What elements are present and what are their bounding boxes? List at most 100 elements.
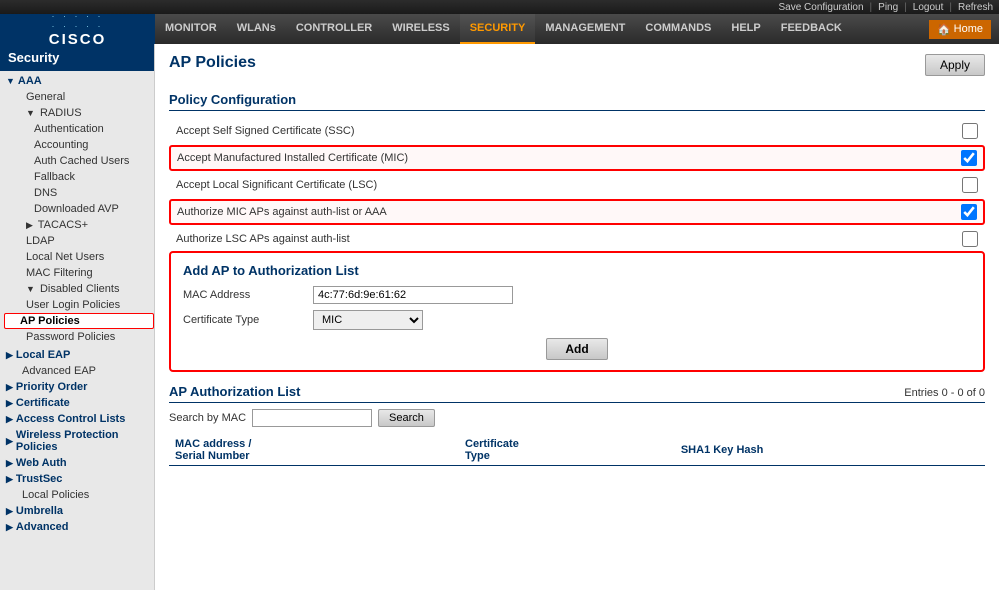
sidebar-group-priority-order[interactable]: ▶ Priority Order: [0, 379, 154, 395]
sidebar-group-umbrella[interactable]: ▶ Umbrella: [0, 503, 154, 519]
policy-checkbox-lsc[interactable]: [962, 177, 978, 193]
nav-security[interactable]: SECURITY: [460, 14, 536, 44]
auth-list-title: AP Authorization List: [169, 384, 300, 402]
logo-area: · · · · ·· · · · · CISCO: [0, 14, 155, 44]
policy-row-lsc: Accept Local Significant Certificate (LS…: [169, 173, 985, 197]
tacacs-expand-icon: ▶: [26, 220, 33, 230]
cert-type-select[interactable]: MIC LSC SSC: [313, 310, 423, 330]
col-mac-serial: MAC address /Serial Number: [169, 435, 459, 466]
advanced-expand-icon: ▶: [6, 522, 13, 533]
sidebar-group-trustsec[interactable]: ▶ TrustSec: [0, 471, 154, 487]
sidebar-item-fallback[interactable]: Fallback: [12, 169, 154, 185]
policy-label-ssc: Accept Self Signed Certificate (SSC): [176, 125, 962, 137]
policy-checkbox-mic-auth[interactable]: [961, 204, 977, 220]
apply-button[interactable]: Apply: [925, 54, 985, 76]
ping-link[interactable]: Ping: [878, 2, 898, 13]
sidebar-item-local-net-users[interactable]: Local Net Users: [4, 249, 154, 265]
policy-row-mic: Accept Manufactured Installed Certificat…: [169, 145, 985, 171]
search-button[interactable]: Search: [378, 409, 435, 427]
add-btn-area: Add: [183, 338, 971, 360]
trustsec-expand-icon: ▶: [6, 474, 13, 485]
mac-label: MAC Address: [183, 289, 313, 301]
sidebar-item-password-policies[interactable]: Password Policies: [4, 329, 154, 345]
sidebar-item-dns[interactable]: DNS: [12, 185, 154, 201]
sidebar-group-wireless-protection[interactable]: ▶ Wireless Protection Policies: [0, 427, 154, 455]
logout-link[interactable]: Logout: [913, 2, 944, 13]
nav-wlans[interactable]: WLANs: [227, 14, 286, 44]
radius-children: Authentication Accounting Auth Cached Us…: [4, 121, 154, 217]
policy-label-mic-auth: Authorize MIC APs against auth-list or A…: [177, 206, 961, 218]
nav-management[interactable]: MANAGEMENT: [535, 14, 635, 44]
nav-wireless[interactable]: WIRELESS: [382, 14, 459, 44]
auth-list-section: AP Authorization List Entries 0 - 0 of 0…: [169, 384, 985, 466]
sidebar-group-aaa[interactable]: ▼ AAA: [0, 73, 154, 89]
policy-row-lsc-auth: Authorize LSC APs against auth-list: [169, 227, 985, 251]
add-button[interactable]: Add: [546, 338, 607, 360]
sidebar-item-downloaded-avp[interactable]: Downloaded AVP: [12, 201, 154, 217]
add-ap-section: Add AP to Authorization List MAC Address…: [169, 251, 985, 372]
sidebar-group-local-eap[interactable]: ▶ Local EAP: [0, 347, 154, 363]
nav-controller[interactable]: CONTROLLER: [286, 14, 382, 44]
aaa-expand-icon: ▼: [6, 76, 15, 86]
page-title: AP Policies: [169, 54, 256, 72]
sidebar-group-web-auth[interactable]: ▶ Web Auth: [0, 455, 154, 471]
sidebar-section-aaa: ▼ AAA General ▼ RADIUS Authentication Ac…: [0, 71, 154, 347]
priority-order-expand-icon: ▶: [6, 382, 13, 393]
policy-config-section: Policy Configuration Accept Self Signed …: [169, 92, 985, 251]
sidebar-item-user-login-policies[interactable]: User Login Policies: [4, 297, 154, 313]
nav-monitor[interactable]: MONITOR: [155, 14, 227, 44]
sidebar-item-local-policies[interactable]: Local Policies: [0, 487, 154, 503]
nav-items: MONITOR WLANs CONTROLLER WIRELESS SECURI…: [155, 14, 929, 44]
sidebar-item-authentication[interactable]: Authentication: [12, 121, 154, 137]
mac-address-input[interactable]: [313, 286, 513, 304]
save-config-link[interactable]: Save Configuration: [778, 2, 863, 13]
sidebar-item-mac-filtering[interactable]: MAC Filtering: [4, 265, 154, 281]
policy-row-mic-auth: Authorize MIC APs against auth-list or A…: [169, 199, 985, 225]
policy-label-lsc-auth: Authorize LSC APs against auth-list: [176, 233, 962, 245]
mac-address-row: MAC Address: [183, 286, 971, 304]
acl-expand-icon: ▶: [6, 414, 13, 425]
nav-feedback[interactable]: FEEDBACK: [771, 14, 852, 44]
local-eap-expand-icon: ▶: [6, 350, 13, 361]
policy-config-title: Policy Configuration: [169, 92, 985, 111]
cert-label: Certificate Type: [183, 314, 313, 326]
sidebar-item-general[interactable]: General: [4, 89, 154, 105]
col-sha1: SHA1 Key Hash: [675, 435, 985, 466]
sidebar-item-disabled-clients[interactable]: ▼ Disabled Clients: [4, 281, 154, 297]
sidebar-group-certificate[interactable]: ▶ Certificate: [0, 395, 154, 411]
sidebar-item-advanced-eap[interactable]: Advanced EAP: [0, 363, 154, 379]
nav-right: 🏠 Home: [929, 14, 999, 44]
sidebar-group-acl[interactable]: ▶ Access Control Lists: [0, 411, 154, 427]
policy-checkbox-mic[interactable]: [961, 150, 977, 166]
auth-list-header: AP Authorization List Entries 0 - 0 of 0: [169, 384, 985, 403]
aaa-children: General ▼ RADIUS Authentication Accounti…: [0, 89, 154, 345]
home-button[interactable]: 🏠 Home: [929, 20, 991, 39]
policy-label-lsc: Accept Local Significant Certificate (LS…: [176, 179, 962, 191]
policy-checkbox-lsc-auth[interactable]: [962, 231, 978, 247]
refresh-link[interactable]: Refresh: [958, 2, 993, 13]
policy-label-mic: Accept Manufactured Installed Certificat…: [177, 152, 961, 164]
nav-commands[interactable]: COMMANDS: [635, 14, 721, 44]
auth-list-header-row: MAC address /Serial Number CertificateTy…: [169, 435, 985, 466]
sidebar-item-ldap[interactable]: LDAP: [4, 233, 154, 249]
umbrella-expand-icon: ▶: [6, 506, 13, 517]
cert-type-row: Certificate Type MIC LSC SSC: [183, 310, 971, 330]
sidebar-item-auth-cached[interactable]: Auth Cached Users: [12, 153, 154, 169]
main-layout: Security ▼ AAA General ▼ RADIUS Authenti…: [0, 44, 999, 590]
nav-help[interactable]: HELP: [721, 14, 770, 44]
sidebar-item-accounting[interactable]: Accounting: [12, 137, 154, 153]
home-icon: 🏠: [937, 23, 951, 36]
sidebar-item-tacacs[interactable]: ▶ TACACS+: [4, 217, 154, 233]
sidebar-group-advanced[interactable]: ▶ Advanced: [0, 519, 154, 535]
sidebar-group-radius[interactable]: ▼ RADIUS: [4, 105, 154, 121]
auth-list-table: MAC address /Serial Number CertificateTy…: [169, 435, 985, 466]
policy-row-ssc: Accept Self Signed Certificate (SSC): [169, 119, 985, 143]
content-area: AP Policies Apply Policy Configuration A…: [155, 44, 999, 590]
policy-checkbox-ssc[interactable]: [962, 123, 978, 139]
sidebar: Security ▼ AAA General ▼ RADIUS Authenti…: [0, 44, 155, 590]
add-ap-title: Add AP to Authorization List: [183, 263, 971, 278]
wireless-protect-expand-icon: ▶: [6, 436, 13, 447]
search-input[interactable]: [252, 409, 372, 427]
auth-list-thead: MAC address /Serial Number CertificateTy…: [169, 435, 985, 466]
sidebar-item-ap-policies[interactable]: AP Policies: [4, 313, 154, 329]
